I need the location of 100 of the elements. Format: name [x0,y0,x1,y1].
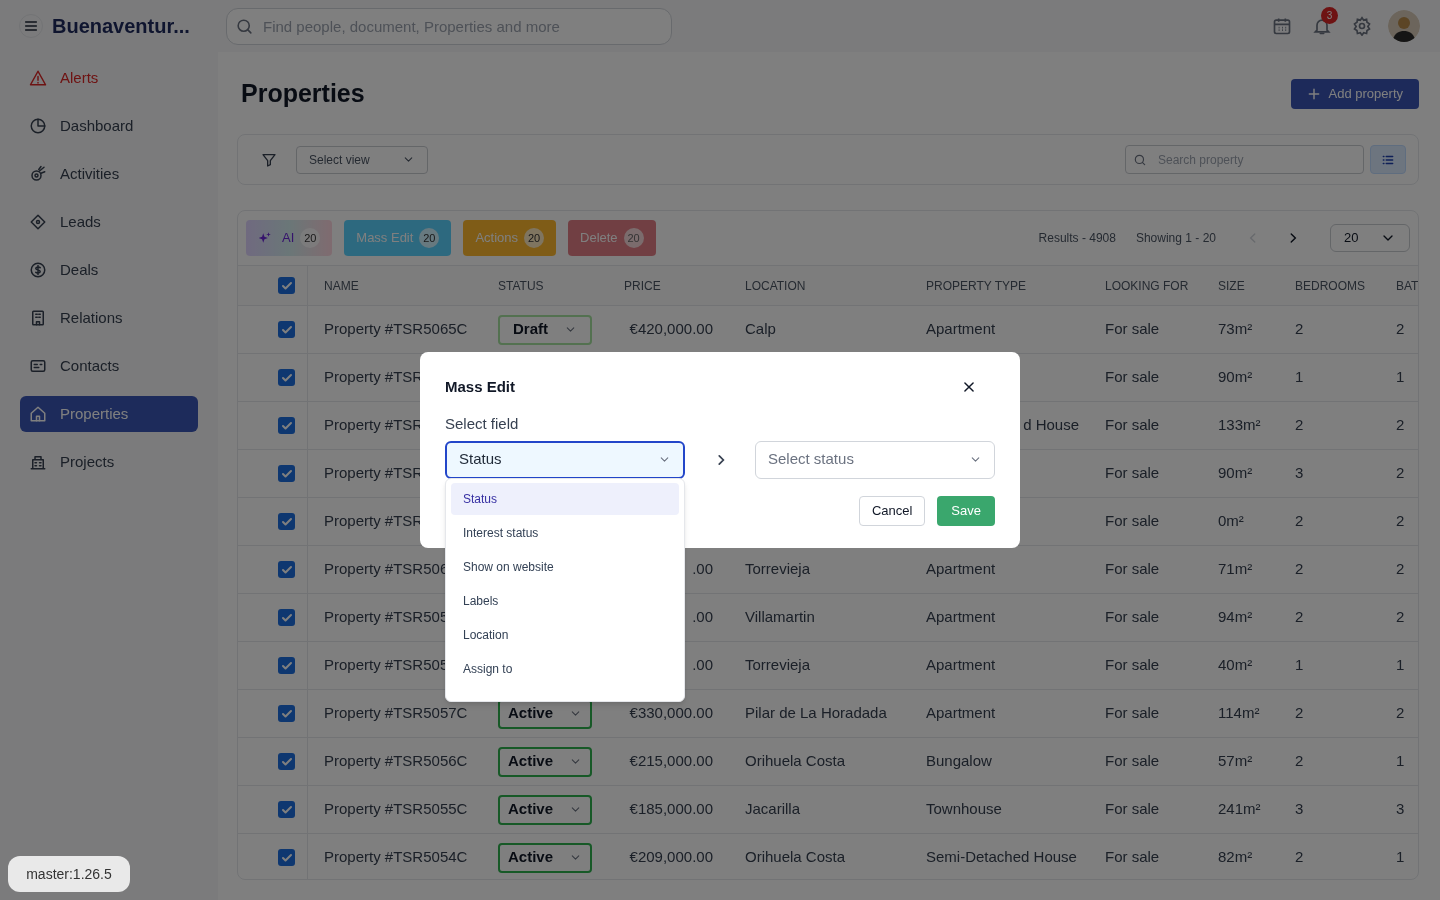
count-badge: 20 [419,228,440,248]
table-cell-text: 94m² [1218,607,1253,628]
table-cell-text: Jacarilla [745,799,801,820]
column-header: NAME [324,277,359,295]
table-cell-text: 1 [1396,655,1405,676]
mass-edit-button[interactable]: Mass Edit 20 [344,220,452,256]
sidebar-item[interactable]: Projects [20,444,198,480]
card-icon [29,357,47,375]
calendar-icon[interactable] [1272,16,1292,36]
checkbox[interactable] [278,609,295,626]
sidebar-item[interactable]: Properties [20,396,198,432]
sidebar-item[interactable]: Leads [20,204,198,240]
sidebar-item[interactable]: Alerts [20,60,198,96]
table-cell-text: .00 [692,559,713,580]
checkbox[interactable] [278,657,295,674]
checkbox[interactable] [278,369,295,386]
checkbox[interactable] [278,321,295,338]
cancel-button[interactable]: Cancel [858,495,926,526]
table-cell-text: €215,000.00 [629,751,713,772]
close-icon[interactable] [962,380,976,394]
sidebar-item[interactable]: Relations [20,300,198,336]
table-cell-text: Apartment [926,703,996,724]
sidebar-item[interactable]: Deals [20,252,198,288]
settings-icon[interactable] [1352,16,1372,36]
checkbox[interactable] [278,753,295,770]
page-size-select[interactable]: 20 [1330,224,1410,252]
sidebar-item[interactable]: Contacts [20,348,198,384]
table-cell-text: €330,000.00 [629,703,713,724]
dropdown-option[interactable]: Assign to [451,653,679,685]
table-cell-text: 3 [1396,799,1405,820]
version-badge: master:1.26.5 [8,856,130,892]
field-label: Select field [445,414,520,434]
check-icon [280,707,293,720]
check-icon [280,563,293,576]
table-cell-text: 2 [1295,559,1304,580]
field-select[interactable]: Status [445,440,685,479]
table-cell-text: 133m² [1218,415,1261,436]
notification-badge: 3 [1321,7,1338,24]
table-cell-text: Property #TSR5054C [324,847,468,868]
status-value-select[interactable]: Select status [755,440,995,479]
dropdown-option[interactable]: Show on website [451,551,679,583]
table-cell-text: For sale [1105,415,1160,436]
add-property-button[interactable]: Add property [1290,78,1419,109]
ai-button[interactable]: AI 20 [246,220,333,256]
table-cell-text: Torrevieja [745,559,811,580]
dropdown-option[interactable]: Labels [451,585,679,617]
table-cell-text: Property #TSR5055C [324,799,468,820]
checkbox[interactable] [278,801,295,818]
avatar[interactable] [1388,10,1420,42]
table-cell-text: Bungalow [926,751,992,772]
view-select[interactable]: Select view [296,145,428,174]
table-cell-text: For sale [1105,703,1160,724]
table-cell-text: €420,000.00 [629,319,713,340]
showing-range: Showing 1 - 20 [1135,230,1216,247]
status-select[interactable]: Active [498,842,592,873]
column-header: STATUS [498,277,544,295]
table-cell-text: 2 [1396,463,1405,484]
table-cell-text: For sale [1105,319,1160,340]
table-cell-text: 2 [1295,415,1304,436]
sidebar-item[interactable]: Dashboard [20,108,198,144]
sidebar-item[interactable]: Activities [20,156,198,192]
search-icon [1133,153,1147,167]
table-cell-text: 241m² [1218,799,1261,820]
filter-icon[interactable] [261,151,277,168]
table-cell-text: 1 [1396,751,1405,772]
column-header: BEDROOMS [1295,277,1365,295]
table-cell-text: 90m² [1218,367,1253,388]
table-cell-text: Torrevieja [745,655,811,676]
checkbox[interactable] [278,277,295,294]
checkbox[interactable] [278,417,295,434]
status-select[interactable]: Active [498,794,592,825]
table-cell-text: Villamartin [745,607,815,628]
table-cell-text: 2 [1396,703,1405,724]
check-icon [280,611,293,624]
dropdown-option[interactable]: Status [451,483,679,515]
table-cell-text: 2 [1396,415,1405,436]
table-cell-text: 2 [1295,319,1304,340]
dialog-title: Mass Edit [445,376,516,397]
actions-button[interactable]: Actions 20 [463,220,556,256]
checkbox[interactable] [278,513,295,530]
table-cell-text: 40m² [1218,655,1253,676]
checkbox[interactable] [278,705,295,722]
status-select[interactable]: Active [498,746,592,777]
check-icon [280,803,293,816]
table-cell-text: 1 [1295,655,1304,676]
checkbox[interactable] [278,849,295,866]
checkbox[interactable] [278,561,295,578]
dropdown-option[interactable]: Interest status [451,517,679,549]
table-cell-text: 2 [1396,511,1405,532]
status-select[interactable]: Draft [498,314,592,345]
dropdown-option[interactable]: Location [451,619,679,651]
check-icon [280,323,293,336]
checkbox[interactable] [278,465,295,482]
check-icon [280,279,293,292]
table-cell-text: 3 [1295,799,1304,820]
home-icon [29,405,47,423]
comet-icon [29,165,47,183]
save-button[interactable]: Save [937,495,995,526]
list-view-button[interactable] [1370,145,1406,174]
brand-title: Buenaventur... [52,14,191,39]
